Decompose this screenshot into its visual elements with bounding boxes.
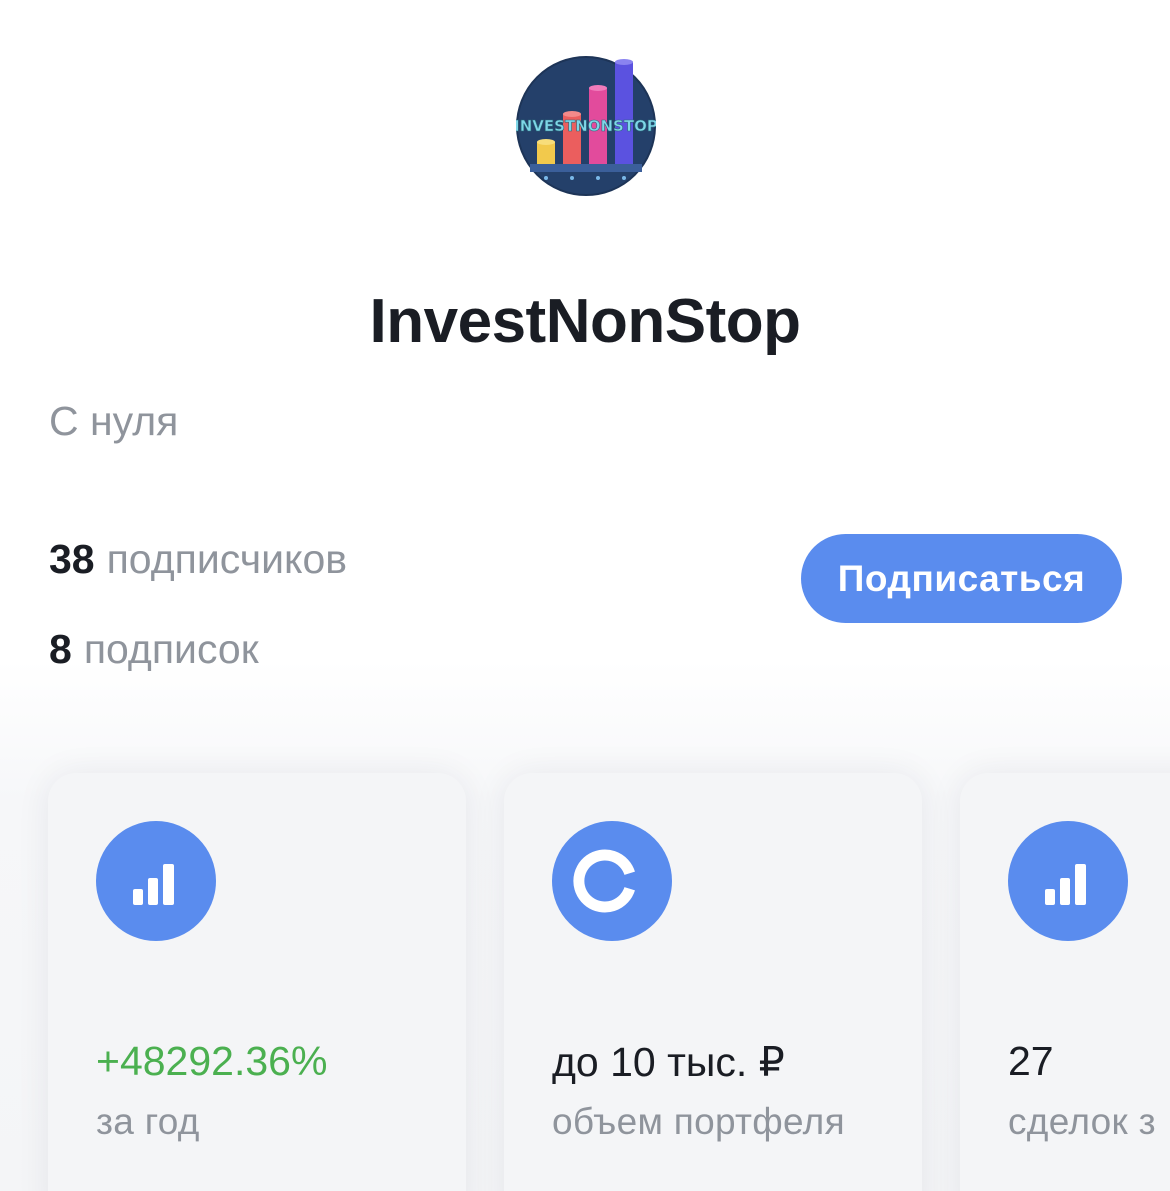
ring-chart-icon <box>552 821 672 941</box>
card-label: за год <box>96 1101 200 1142</box>
card-label: сделок з <box>1008 1101 1156 1142</box>
bar-chart-icon <box>96 821 216 941</box>
stat-card-trades[interactable]: 27 сделок з <box>960 773 1170 1191</box>
following-label: подписок <box>83 626 259 672</box>
logo-bar-chart-icon: INVESTNONSTOP <box>516 56 656 196</box>
stat-card-portfolio-size[interactable]: до 10 тыс. ₽ объем портфеля <box>504 773 922 1191</box>
following-count: 8 <box>49 626 72 672</box>
followers-count: 38 <box>49 536 95 582</box>
card-value: +48292.36% <box>96 1038 328 1084</box>
followers-stat[interactable]: 38 подписчиков <box>49 536 347 583</box>
profile-page: INVESTNONSTOP InvestNonStop С нуля 38 под… <box>0 0 1170 1191</box>
avatar-text: INVESTNONSTOP <box>516 117 656 135</box>
profile-name: InvestNonStop <box>369 287 801 356</box>
card-label: объем портфеля <box>552 1101 845 1142</box>
card-value: 27 <box>1008 1038 1054 1084</box>
followers-label: подписчиков <box>106 536 348 582</box>
avatar: INVESTNONSTOP <box>516 56 656 196</box>
bar-chart-icon <box>1008 821 1128 941</box>
subscribe-button[interactable]: Подписаться <box>801 534 1122 623</box>
card-value: до 10 тыс. ₽ <box>552 1039 785 1085</box>
stat-card-yearly-return[interactable]: +48292.36% за год <box>48 773 466 1191</box>
following-stat[interactable]: 8 подписок <box>49 626 259 673</box>
profile-subtitle: С нуля <box>49 398 179 444</box>
